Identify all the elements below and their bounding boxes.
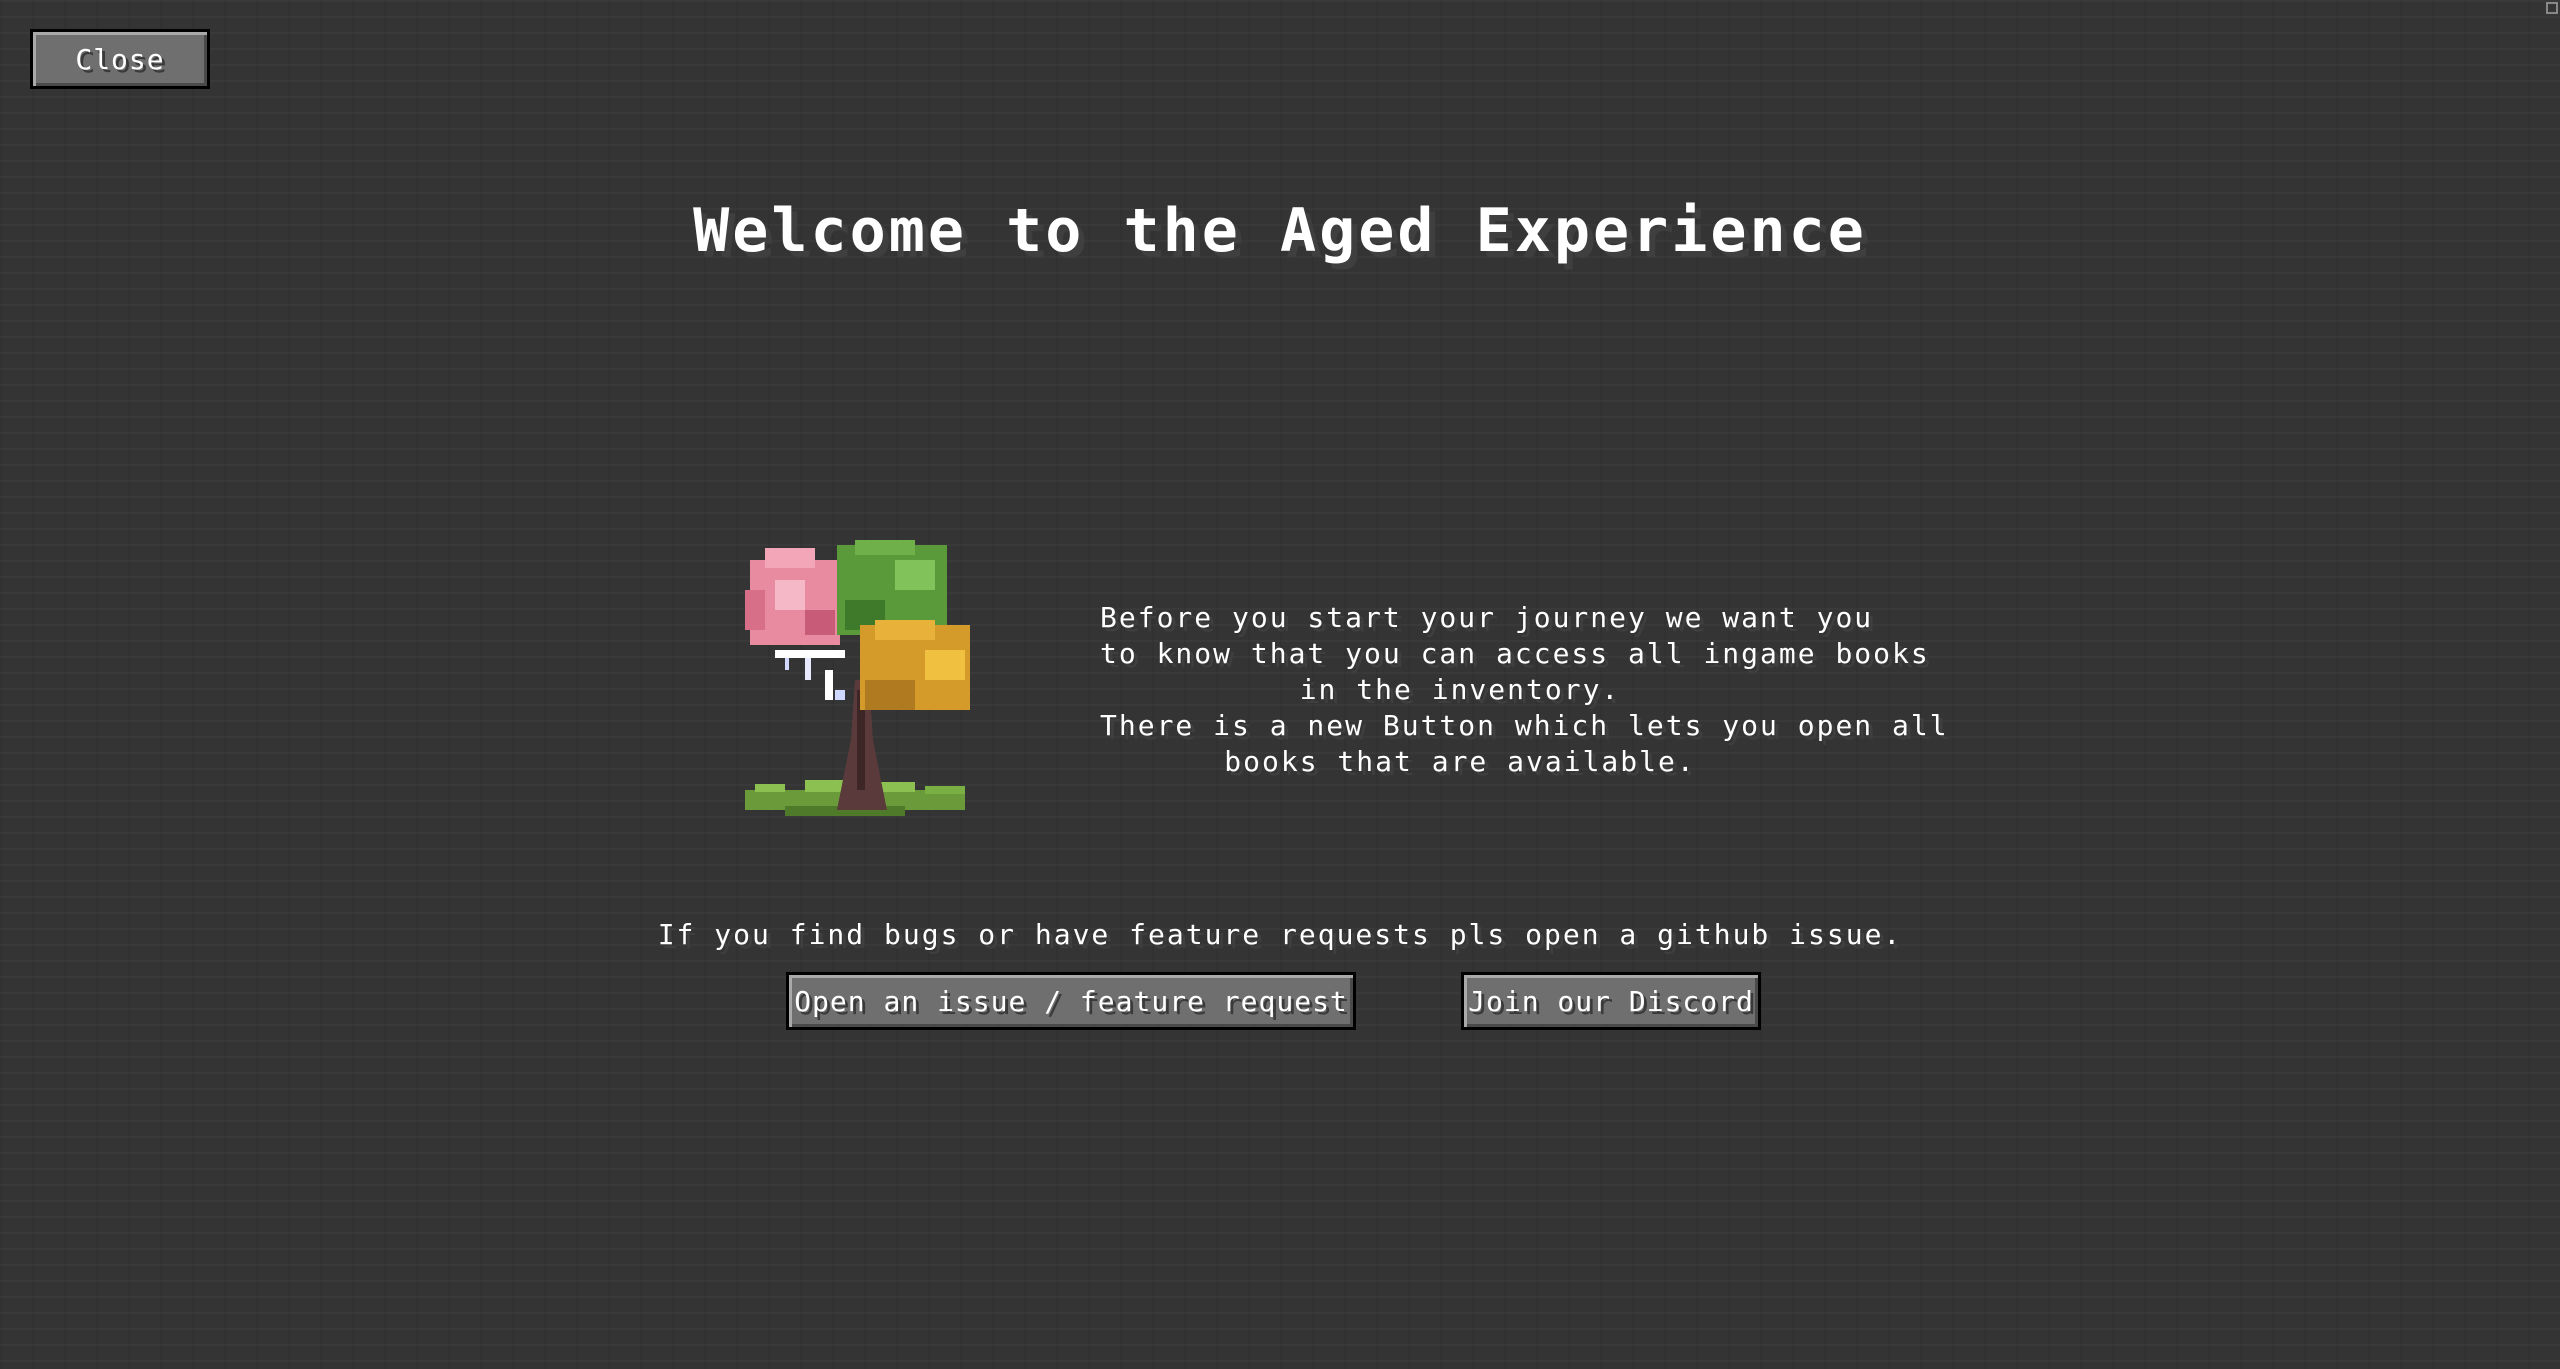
- page-title: Welcome to the Aged Experience: [693, 196, 1867, 266]
- close-button[interactable]: Close: [30, 29, 210, 89]
- description-line: There is a new Button which lets you ope…: [1100, 709, 1949, 742]
- window-corner-icon: [2546, 2, 2558, 14]
- open-issue-button[interactable]: Open an issue / feature request: [786, 972, 1356, 1030]
- description-line: books that are available.: [1224, 745, 1696, 778]
- welcome-description: Before you start your journey we want yo…: [1100, 600, 1949, 780]
- description-line: Before you start your journey we want yo…: [1100, 601, 1874, 634]
- description-line: in the inventory.: [1299, 673, 1621, 706]
- description-line: to know that you can access all ingame b…: [1100, 637, 1930, 670]
- four-seasons-tree-icon: [745, 540, 970, 816]
- join-discord-button[interactable]: Join our Discord: [1461, 972, 1761, 1030]
- bug-report-note: If you find bugs or have feature request…: [657, 918, 1903, 951]
